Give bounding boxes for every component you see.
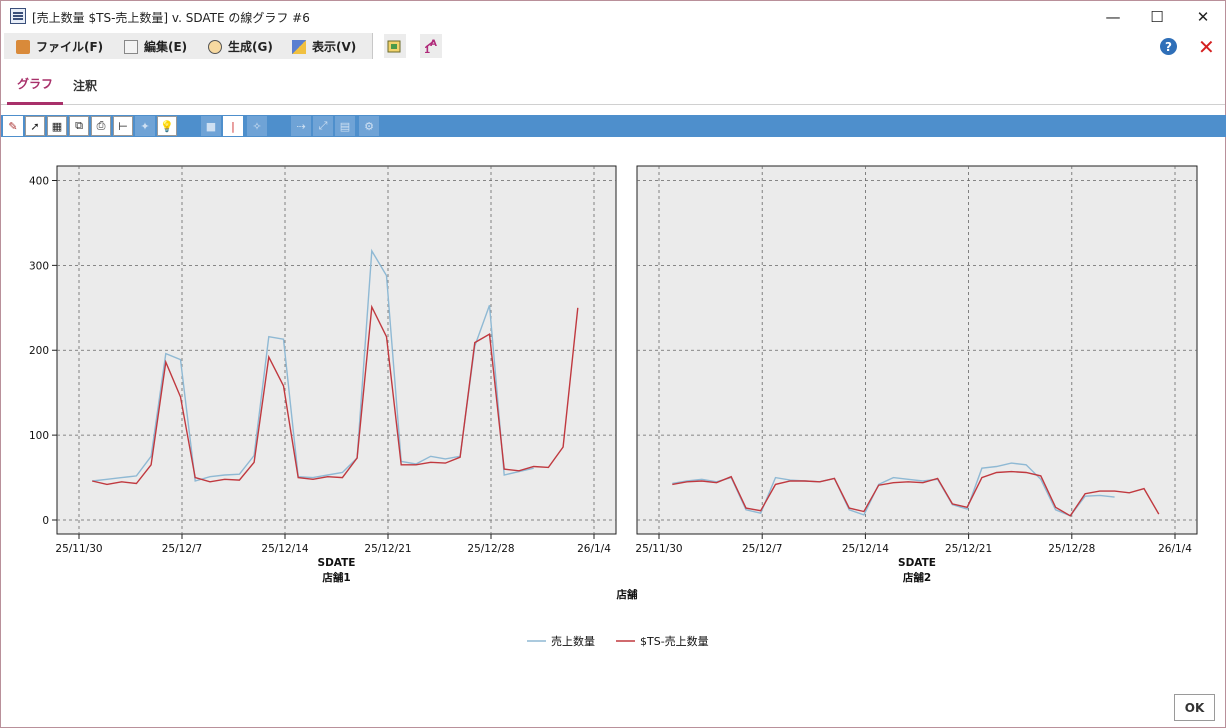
menu-generate-label: 生成(G) — [228, 40, 273, 54]
frame-icon[interactable]: ■ — [201, 116, 221, 136]
file-icon — [16, 39, 30, 54]
marker-icon[interactable]: ✦ — [135, 116, 155, 136]
menu-generate[interactable]: 生成(G) — [208, 38, 273, 55]
close-red-icon[interactable]: ✕ — [1198, 35, 1215, 59]
y-tick-label: 200 — [29, 345, 49, 357]
copy-chart-icon[interactable]: ⧉ — [69, 116, 89, 136]
expand-icon[interactable]: ⤢ — [313, 116, 333, 136]
x-tick-label: 25/12/7 — [742, 543, 782, 555]
line-icon[interactable]: | — [223, 116, 243, 136]
tab-notes[interactable]: 注釈 — [73, 77, 97, 94]
flow-icon[interactable]: ⇢ — [291, 116, 311, 136]
y-tick-label: 300 — [29, 260, 49, 272]
maximize-button[interactable]: ☐ — [1134, 1, 1180, 32]
x-axis-title: SDATE — [898, 557, 936, 569]
panel-label: 店舗1 — [321, 571, 350, 584]
brush-icon[interactable]: ✎ — [3, 116, 23, 136]
menu-view[interactable]: 表示(V) — [292, 38, 356, 55]
x-tick-label: 25/11/30 — [55, 543, 102, 555]
tab-strip: グラフ 注釈 — [1, 60, 1225, 105]
x-tick-label: 26/1/4 — [577, 543, 611, 555]
tab-active-indicator — [7, 102, 63, 105]
tab-graph[interactable]: グラフ — [17, 75, 53, 92]
x-tick-label: 25/11/30 — [635, 543, 682, 555]
region-icon[interactable]: ⊢ — [113, 116, 133, 136]
minimize-button[interactable]: — — [1090, 1, 1136, 32]
chart-edit-icon[interactable]: ▦ — [47, 116, 67, 136]
menu-file-label: ファイル(F) — [36, 40, 104, 54]
x-tick-label: 25/12/28 — [1048, 543, 1095, 555]
graph-window-icon — [10, 8, 26, 24]
y-tick-label: 100 — [29, 430, 49, 442]
line-chart: 25/11/30 25/12/7 25/12/14 25/12/21 25/12/28 2… — [29, 165, 1198, 648]
menu-bar: ファイル(F) 編集(E) 生成(G) 表示(V) 1A ? ✕ — [1, 32, 1225, 60]
y-tick-label: 400 — [29, 175, 49, 187]
graph-toolbar: ✎ ➚ ▦ ⧉ ⎙ ⊢ ✦ 💡 ■ | ✧ ⇢ ⤢ ▤ ⚙ — [1, 115, 1226, 137]
menu-file[interactable]: ファイル(F) — [16, 38, 103, 55]
y-tick-label: 0 — [42, 515, 49, 527]
x-tick-label: 25/12/21 — [364, 543, 411, 555]
table-icon[interactable]: ▤ — [335, 116, 355, 136]
menu-edit-label: 編集(E) — [144, 40, 188, 54]
help-icon[interactable]: ? — [1160, 38, 1177, 55]
pointer-icon[interactable]: ➚ — [25, 116, 45, 136]
menu-edit[interactable]: 編集(E) — [124, 38, 187, 55]
group-axis-label: 店舗 — [616, 588, 638, 601]
menu-group: ファイル(F) 編集(E) 生成(G) 表示(V) — [4, 33, 373, 59]
x-tick-label: 25/12/7 — [162, 543, 202, 555]
x-tick-label: 25/12/14 — [842, 543, 889, 555]
legend-label: $TS-売上数量 — [640, 635, 709, 648]
generate-icon — [208, 39, 222, 54]
title-bar[interactable]: [売上数量 $TS-売上数量] v. SDATE の線グラフ #6 — ☐ ✕ — [1, 1, 1225, 32]
x-tick-label: 25/12/14 — [261, 543, 308, 555]
sort-icon[interactable]: 1A — [420, 34, 442, 58]
x-tick-label: 25/12/21 — [945, 543, 992, 555]
ok-button[interactable]: OK — [1174, 694, 1215, 721]
export-icon[interactable] — [384, 34, 406, 58]
window-title: [売上数量 $TS-売上数量] v. SDATE の線グラフ #6 — [32, 11, 310, 25]
x-tick-label: 26/1/4 — [1158, 543, 1192, 555]
menu-view-label: 表示(V) — [312, 40, 357, 54]
gear-icon[interactable]: ⚙ — [359, 116, 379, 136]
view-icon — [292, 39, 306, 54]
chart-window: [売上数量 $TS-売上数量] v. SDATE の線グラフ #6 — ☐ ✕ … — [0, 0, 1226, 728]
magic-icon[interactable]: ✧ — [247, 116, 267, 136]
chart-area: 25/11/30 25/12/7 25/12/14 25/12/21 25/12/28 2… — [1, 151, 1226, 671]
close-window-button[interactable]: ✕ — [1180, 1, 1226, 32]
x-tick-label: 25/12/28 — [467, 543, 514, 555]
print-icon[interactable]: ⎙ — [91, 116, 111, 136]
lightbulb-icon[interactable]: 💡 — [157, 116, 177, 136]
panel-label: 店舗2 — [902, 571, 931, 584]
x-axis-title: SDATE — [318, 557, 356, 569]
edit-icon — [124, 39, 138, 54]
legend-label: 売上数量 — [551, 635, 595, 648]
